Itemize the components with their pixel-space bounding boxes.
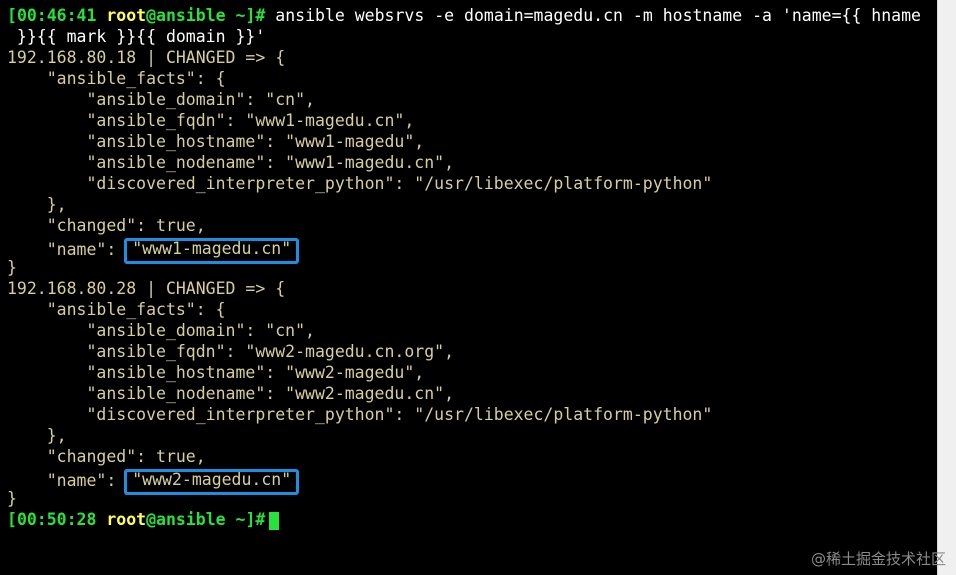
prompt-suffix: ]# [245,6,266,25]
prompt-path: ~ [235,510,246,529]
command-text-continued: }}{{ mark }}{{ domain }}' [7,27,266,46]
prompt-host: @ansible [146,510,226,529]
watermark: @稀土掘金技术社区 [810,550,946,568]
host1-name-value: "www1-magedu.cn" [132,239,292,258]
command-prompt-line: [00:46:41 root@ansible ~]# ansible websr… [7,5,937,26]
host1-name-key: "name": [7,240,127,259]
host1-fact-interpreter: "discovered_interpreter_python": "/usr/l… [7,174,713,193]
host1-result-header: 192.168.80.18 | CHANGED => { [7,48,286,67]
terminal-output: [00:46:41 root@ansible ~]# ansible websr… [7,5,937,530]
text-cursor[interactable] [269,511,280,530]
prompt-time: 00:46:41 [16,6,97,25]
host2-fact-hostname: "ansible_hostname": "www2-magedu", [7,363,425,382]
host2-name-key: "name": [7,471,127,490]
host2-result-header: 192.168.80.28 | CHANGED => { [7,279,286,298]
prompt-user: root [106,510,147,529]
host2-facts-open: "ansible_facts": { [7,300,226,319]
host2-name-line: "name": "www2-magedu.cn" [7,467,937,495]
command-prompt-line[interactable]: [00:50:28 root@ansible ~]# [7,509,937,530]
host2-fact-fqdn: "ansible_fqdn": "www2-magedu.cn.org", [7,342,455,361]
terminal-window[interactable]: [00:46:41 root@ansible ~]# ansible websr… [0,0,937,575]
host1-fact-domain: "ansible_domain": "cn", [7,90,315,109]
host1-fact-nodename: "ansible_nodename": "www1-magedu.cn", [7,153,455,172]
host2-name-value: "www2-magedu.cn" [132,470,292,489]
host1-name-highlight: "www1-magedu.cn" [124,238,300,264]
prompt-time: 00:50:28 [16,510,97,529]
prompt-host: @ansible [146,6,226,25]
host2-fact-interpreter: "discovered_interpreter_python": "/usr/l… [7,405,713,424]
host1-changed: "changed": true, [7,216,206,235]
command-text: ansible websrvs -e domain=magedu.cn -m h… [265,6,921,25]
host1-facts-open: "ansible_facts": { [7,69,226,88]
host1-facts-close: }, [7,195,67,214]
host2-facts-close: }, [7,426,67,445]
prompt-suffix: ]# [245,510,266,529]
host2-changed: "changed": true, [7,447,206,466]
host1-fact-hostname: "ansible_hostname": "www1-magedu", [7,132,425,151]
host2-fact-nodename: "ansible_nodename": "www2-magedu.cn", [7,384,455,403]
host1-name-line: "name": "www1-magedu.cn" [7,236,937,264]
prompt-bracket: [ [7,510,17,529]
host2-fact-domain: "ansible_domain": "cn", [7,321,315,340]
prompt-user: root [106,6,147,25]
prompt-path: ~ [235,6,246,25]
prompt-bracket: [ [7,6,17,25]
host2-name-highlight: "www2-magedu.cn" [124,469,300,495]
host1-fact-fqdn: "ansible_fqdn": "www1-magedu.cn", [7,111,415,130]
vertical-scrollbar[interactable] [937,0,956,575]
